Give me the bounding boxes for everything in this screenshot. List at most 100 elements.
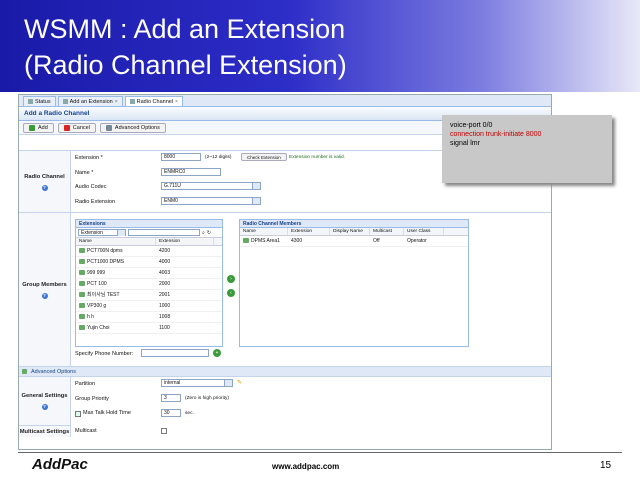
advanced-options-button[interactable]: Advanced Options — [99, 122, 166, 133]
specify-phone-label: Specify Phone Number: — [75, 351, 134, 357]
user-icon — [79, 270, 85, 276]
cancel-button[interactable]: Cancel — [57, 122, 96, 133]
filter-input[interactable] — [128, 229, 200, 236]
table-row[interactable]: 999 999 4003 — [76, 268, 222, 279]
status-icon — [28, 99, 33, 104]
extensions-grid-body: PCT700N dpms 4200 PCT1000 DPMS 4000 999 999 4… — [76, 246, 222, 334]
priority-label: Group Priority — [75, 396, 109, 402]
specify-phone-input[interactable] — [141, 349, 209, 357]
general-settings-heading: General Settings — [21, 392, 68, 399]
extension-number: 4003 — [159, 270, 171, 276]
user-icon — [79, 292, 85, 298]
col-name: Name — [240, 228, 288, 235]
maxtalk-unit: sec. — [185, 411, 194, 416]
partition-select[interactable]: internal — [161, 379, 233, 387]
group-members-heading: Group Members — [22, 281, 67, 288]
footer-url: www.addpac.com — [272, 462, 340, 471]
extension-name: Yujin Choi — [76, 323, 156, 333]
col-user-class: User Class — [404, 228, 444, 235]
extension-number: 2000 — [159, 281, 171, 287]
tab-radio-channel[interactable]: Radio Channel × — [124, 96, 183, 106]
extension-name: PCT 100 — [76, 279, 156, 289]
filter-select[interactable]: Extension — [78, 229, 126, 236]
section-label: Radio Channel? — [19, 151, 71, 213]
member-name: DPMS Area1 — [240, 236, 288, 246]
extension-number: 1000 — [159, 303, 171, 309]
slide-title-line2: (Radio Channel Extension) — [24, 50, 347, 80]
addpac-logo: AddPac — [32, 456, 88, 473]
help-icon[interactable]: ? — [41, 184, 48, 191]
extensions-grid: Extensions Extension ⌕ ↻ Name Extension … — [75, 219, 223, 347]
col-display-name: Display Name — [330, 228, 370, 235]
cli-config-callout: voice-port 0/0 connection trunk-initiate… — [442, 115, 612, 183]
members-grid: Radio Channel Members Name Extension Dis… — [239, 219, 469, 347]
add-phone-icon[interactable]: + — [213, 349, 221, 357]
extension-number: 1008 — [159, 314, 171, 320]
table-row[interactable]: 최이사님 TEST 2001 — [76, 290, 222, 301]
slide-title-banner: WSMM : Add an Extension (Radio Channel E… — [0, 0, 640, 92]
member-user-class: Operator — [407, 238, 427, 244]
col-extension: Extension — [156, 238, 214, 245]
multicast-settings-heading: Multicast Settings — [19, 428, 70, 435]
add-button[interactable]: Add — [23, 122, 54, 133]
section-label: Multicast Settings — [19, 425, 71, 437]
edit-icon[interactable]: ✎ — [237, 379, 242, 386]
maxtalk-checkbox[interactable] — [75, 411, 81, 417]
filter-bar: Extension ⌕ ↻ — [76, 228, 222, 238]
radio-extension-select[interactable]: ENM0 — [161, 197, 261, 205]
name-input[interactable]: ENMRC0 — [161, 168, 221, 176]
extension-name: 최이사님 TEST — [76, 290, 156, 300]
priority-input[interactable]: 3 — [161, 394, 181, 402]
cli-line-1: voice-port 0/0 — [450, 122, 493, 129]
refresh-icon[interactable]: ↻ — [207, 230, 211, 236]
table-row[interactable]: PCT1000 DPMS 4000 — [76, 257, 222, 268]
tab-label: Radio Channel — [136, 98, 174, 105]
multicast-checkbox[interactable] — [161, 428, 167, 434]
table-row[interactable]: Yujin Choi 1100 — [76, 323, 222, 334]
advanced-options-header[interactable]: Advanced Options — [19, 366, 551, 376]
tab-add-extension[interactable]: Add an Extension × — [57, 96, 123, 106]
collapse-icon[interactable] — [22, 369, 27, 374]
col-extension: Extension — [288, 228, 330, 235]
tab-label: Status — [35, 98, 51, 105]
codec-label: Audio Codec — [75, 184, 107, 190]
help-icon[interactable]: ? — [41, 292, 48, 299]
extension-input[interactable]: 8000 — [161, 153, 201, 161]
extension-name-text: 최이사님 TEST — [87, 292, 120, 298]
close-icon[interactable]: × — [175, 99, 178, 105]
close-icon[interactable]: × — [115, 99, 118, 105]
table-row[interactable]: PCT700N dpms 4200 — [76, 246, 222, 257]
table-row[interactable]: VP300 g 1000 — [76, 301, 222, 312]
cancel-label: Cancel — [72, 124, 90, 131]
section-label: Group Members? — [19, 213, 71, 367]
radio-icon — [129, 99, 135, 104]
extension-name: VP300 g — [76, 301, 156, 311]
table-row[interactable]: PCT 100 2000 — [76, 279, 222, 290]
cancel-icon — [63, 124, 70, 131]
extension-number: 2001 — [159, 292, 171, 298]
advanced-label: Advanced Options — [114, 124, 160, 131]
tab-status[interactable]: Status — [23, 96, 56, 106]
partition-label: Partition — [75, 381, 96, 387]
extension-icon — [62, 99, 68, 104]
table-row[interactable]: DPMS Area1 4300 Off Operator — [240, 236, 468, 247]
advanced-header-label: Advanced Options — [31, 369, 76, 375]
extension-name-text: 999 999 — [87, 270, 106, 276]
check-extension-button[interactable]: Check Extension — [241, 153, 287, 161]
help-icon[interactable]: ? — [41, 403, 48, 410]
member-multicast: Off — [373, 238, 380, 244]
table-row[interactable]: h h 1008 — [76, 312, 222, 323]
members-grid-header: Name Extension Display Name Multicast Us… — [240, 228, 468, 236]
add-member-arrow-icon[interactable]: › — [227, 275, 235, 283]
remove-member-arrow-icon[interactable]: ‹ — [227, 289, 235, 297]
col-name: Name — [76, 238, 156, 245]
extension-name-text: VP300 g — [87, 303, 107, 309]
tab-label: Add an Extension — [69, 98, 113, 105]
user-icon — [243, 238, 249, 244]
section-label: General Settings? — [19, 377, 71, 425]
multicast-label: Multicast — [75, 428, 97, 434]
codec-select[interactable]: G.711U — [161, 182, 261, 190]
search-icon[interactable]: ⌕ — [202, 230, 205, 236]
extension-name-text: Yujin Choi — [87, 325, 110, 331]
maxtalk-input[interactable]: 30 — [161, 409, 181, 417]
